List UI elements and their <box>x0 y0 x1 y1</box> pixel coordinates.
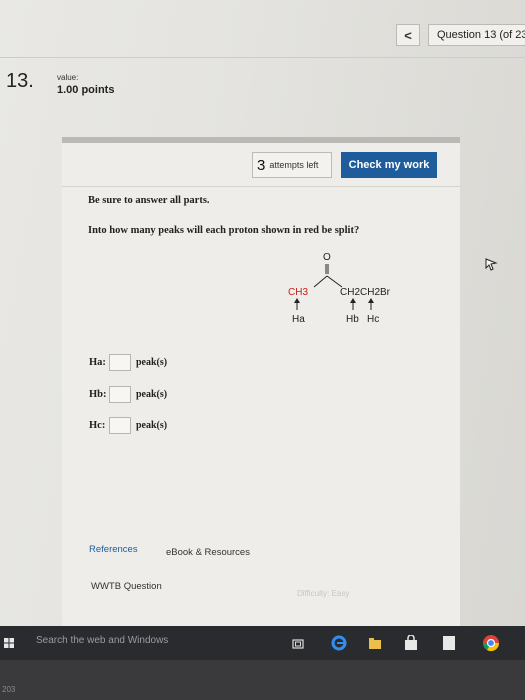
prev-question-button[interactable]: < <box>396 24 420 46</box>
proton-b-label: Hb <box>346 314 359 325</box>
app-icon[interactable] <box>442 635 456 651</box>
question-nav: < Question 13 (of 23) <box>396 24 525 46</box>
card-top-bar <box>62 137 460 143</box>
references-link[interactable]: References <box>89 544 138 555</box>
answer-label-hb: Hb: <box>89 389 107 400</box>
edge-browser-icon[interactable] <box>331 635 347 651</box>
chevron-left-icon: < <box>404 27 412 43</box>
chrome-icon[interactable] <box>482 634 500 652</box>
task-view-icon[interactable] <box>292 638 304 650</box>
answer-unit-hb: peak(s) <box>136 389 168 400</box>
answer-label-ha: Ha: <box>89 357 106 368</box>
taskbar-search-box[interactable]: Search the web and Windows <box>36 635 168 646</box>
question-number: 13. <box>6 70 34 92</box>
answer-input-hc[interactable] <box>109 417 131 434</box>
answer-input-hb[interactable] <box>109 386 131 403</box>
points-label: 1.00 points <box>57 84 115 96</box>
question-prompt: Into how many peaks will each proton sho… <box>88 225 360 236</box>
store-icon[interactable] <box>404 635 418 651</box>
wwtb-question-label: WWTB Question <box>91 581 162 592</box>
question-counter-dropdown[interactable]: Question 13 (of 23) <box>428 24 525 46</box>
answer-row-ha: Ha: peak(s) <box>89 354 167 371</box>
check-my-work-button[interactable]: Check my work <box>341 152 437 178</box>
answer-label-hc: Hc: <box>89 420 106 431</box>
answer-unit-hc: peak(s) <box>136 420 168 431</box>
card-divider <box>62 186 460 187</box>
difficulty-label: Difficulty: Easy <box>297 589 350 598</box>
answer-row-hb: Hb: peak(s) <box>89 386 167 403</box>
desk-surface <box>0 660 525 700</box>
windows-start-icon[interactable] <box>4 638 14 648</box>
methyl-group: CH3 <box>288 287 309 298</box>
file-explorer-icon[interactable] <box>368 636 382 650</box>
proton-a-label: Ha <box>292 314 305 325</box>
ethyl-bromide-group: CH2CH2Br <box>340 287 391 298</box>
answer-input-ha[interactable] <box>109 354 131 371</box>
answer-unit-ha: peak(s) <box>136 357 168 368</box>
windows-taskbar: Search the web and Windows <box>0 626 525 660</box>
strip-number: 203 <box>2 685 16 694</box>
instruction-text: Be sure to answer all parts. <box>88 195 210 206</box>
value-label: value: <box>57 73 79 82</box>
browser-page: < Question 13 (of 23) 13. value: 1.00 po… <box>0 0 525 637</box>
ebook-resources-link[interactable]: eBook & Resources <box>166 547 250 558</box>
bond-lines <box>294 264 374 310</box>
molecule-structure: O CH3 CH2CH2Br Ha Hb Hc <box>280 252 420 347</box>
proton-c-label: Hc <box>367 314 380 325</box>
carbonyl-oxygen: O <box>323 252 331 263</box>
attempts-count: 3 <box>257 156 266 174</box>
header-divider <box>0 57 525 58</box>
attempts-left-badge: 3 attempts left <box>252 152 332 178</box>
answer-row-hc: Hc: peak(s) <box>89 417 167 434</box>
attempts-text: attempts left <box>269 160 319 170</box>
mouse-cursor-icon <box>485 258 498 271</box>
